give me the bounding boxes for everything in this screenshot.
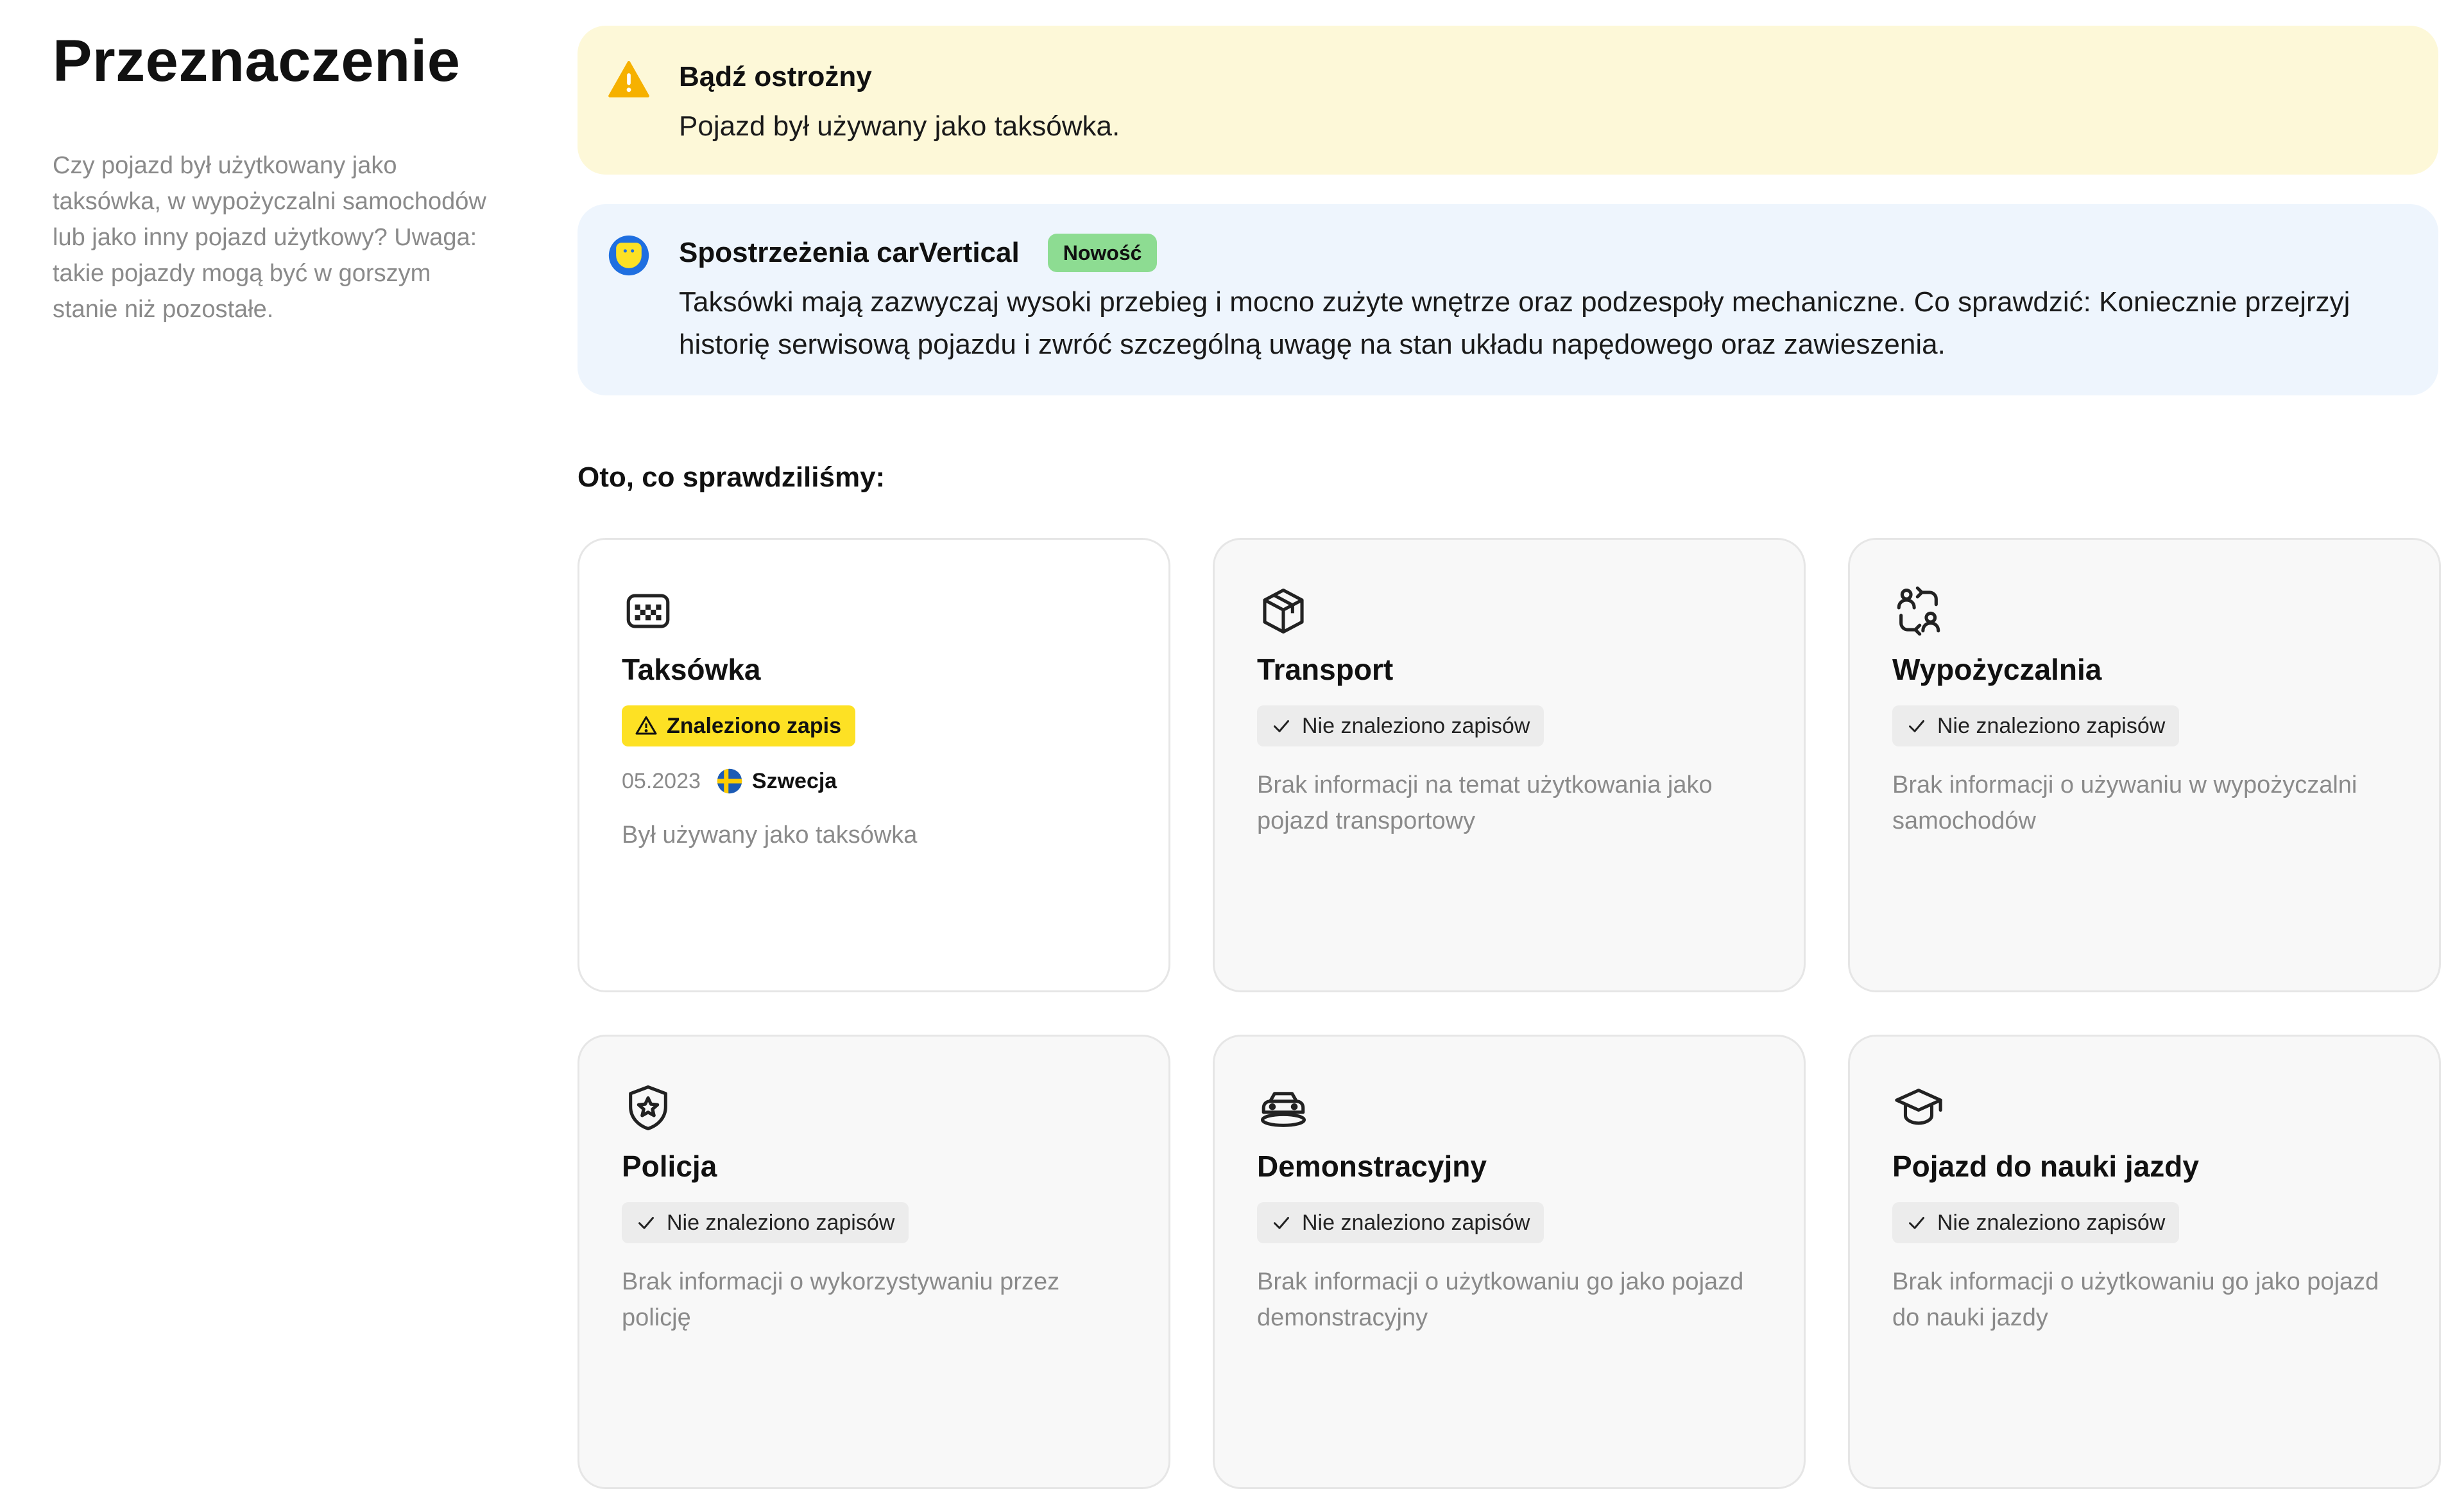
status-label: Nie znaleziono zapisów [1302,714,1530,738]
box-icon [1263,588,1304,634]
card-description: Brak informacji o użytkowaniu go jako po… [1892,1268,2379,1331]
card-description: Był używany jako taksówka [622,822,918,849]
check-icon [1274,720,1289,732]
card-title: Transport [1257,653,1394,686]
insight-notice: Spostrzeżenia carVertical Nowość Taksówk… [578,204,2438,395]
card-title: Wypożyczalnia [1892,653,2102,686]
card-title: Pojazd do nauki jazdy [1892,1150,2199,1183]
warning-outline-icon [635,716,657,735]
insight-title: Spostrzeżenia carVertical [679,237,1020,268]
carvertical-logo-icon [608,235,649,276]
status-label: Nie znaleziono zapisów [667,1211,895,1235]
card-title: Taksówka [622,653,761,686]
record-date: 05.2023 [622,769,701,793]
card-transport: Transport Nie znaleziono zapisów Brak in… [1213,538,1806,992]
card-description: Brak informacji na temat użytkowania jak… [1257,772,1713,834]
card-police: Policja Nie znaleziono zapisów Brak info… [578,1035,1170,1489]
status-label: Nie znaleziono zapisów [1302,1211,1530,1235]
status-badge: Nie znaleziono zapisów [622,1202,909,1243]
new-badge: Nowość [1047,234,1158,272]
check-icon [1909,1217,1924,1229]
checked-heading: Oto, co sprawdziliśmy: [578,461,886,493]
check-icon [1909,720,1924,732]
card-description: Brak informacji o używaniu w wypożyczaln… [1892,772,2357,834]
record-country: Szwecja [751,769,837,793]
card-driving-school: Pojazd do nauki jazdy Nie znaleziono zap… [1848,1035,2441,1489]
rental-swap-icon [1897,586,1940,636]
card-rental: Wypożyczalnia Nie znaleziono zapisów Bra… [1848,538,2441,992]
status-badge: Nie znaleziono zapisów [1257,1202,1544,1243]
card-taxi: Taksówka Znaleziono zapis 05.2023 Szwecj… [578,538,1170,992]
status-badge: Znaleziono zapis [622,705,856,746]
insight-text: Taksówki mają zazwyczaj wysoki przebieg … [679,286,2350,360]
card-description: Brak informacji o użytkowaniu go jako po… [1257,1268,1744,1331]
record-meta: 05.2023 Szwecja [622,767,1168,795]
card-title: Demonstracyjny [1257,1150,1487,1183]
warning-notice: Bądź ostrożny Pojazd był używany jako ta… [578,26,2438,175]
section-content: Bądź ostrożny Pojazd był używany jako ta… [578,26,2441,1489]
status-badge: Nie znaleziono zapisów [1892,705,2180,746]
status-label: Nie znaleziono zapisów [1937,1211,2166,1235]
usage-cards: Taksówka Znaleziono zapis 05.2023 Szwecj… [578,538,2441,1489]
section-title: Przeznaczenie [53,28,461,94]
police-badge-icon [629,1085,667,1131]
warning-triangle-icon [608,60,649,98]
status-label: Znaleziono zapis [667,714,842,738]
card-demo: Demonstracyjny Nie znaleziono zapisów Br… [1213,1035,1806,1489]
check-icon [638,1217,654,1229]
card-title: Policja [622,1150,717,1183]
taxi-icon [626,594,670,628]
section-description: Czy pojazd był użytkowany jako taksówka,… [53,152,486,323]
card-description: Brak informacji o wykorzystywaniu przez … [622,1268,1060,1331]
graduation-cap-icon [1895,1089,1942,1125]
demo-car-icon [1260,1092,1306,1127]
warning-text: Pojazd był używany jako taksówka. [679,110,1120,142]
sweden-flag-icon [717,768,742,794]
status-badge: Nie znaleziono zapisów [1892,1202,2180,1243]
status-label: Nie znaleziono zapisów [1937,714,2166,738]
warning-title: Bądź ostrożny [679,61,872,92]
section-intro: Przeznaczenie Czy pojazd był użytkowany … [53,26,489,327]
status-badge: Nie znaleziono zapisów [1257,705,1544,746]
check-icon [1274,1217,1289,1229]
